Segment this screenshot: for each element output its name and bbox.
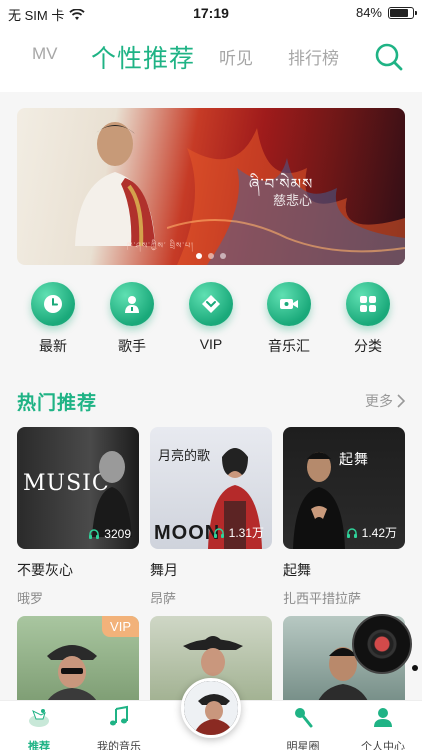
- banner-dots: [17, 253, 405, 259]
- quick-label: 音乐汇: [268, 338, 310, 354]
- music-note-icon: [110, 705, 128, 726]
- banner-carousel[interactable]: ཞི་བ་སེམས 慈悲心 ཁ་ཤས་ཀྱིས་ བྲིས་པ།: [17, 108, 405, 265]
- now-playing-button[interactable]: [181, 678, 241, 738]
- song-title: 不要灰心: [17, 562, 73, 578]
- disc-indicator: [412, 665, 418, 671]
- status-bar: 无 SIM 卡 17:19 84%: [0, 0, 422, 26]
- banner-dot[interactable]: [220, 253, 226, 259]
- main-content: ཞི་བ་སེམས 慈悲心 ཁ་ཤས་ཀྱིས་ བྲིས་པ། 最新 歌手 V…: [0, 92, 422, 702]
- song-title: 起舞: [283, 562, 311, 578]
- clock-icon: [31, 282, 75, 326]
- battery-icon: [388, 6, 417, 19]
- play-count: 1.31万: [213, 524, 264, 541]
- song-cover: VIP: [17, 616, 139, 702]
- nav-star-circle[interactable]: 明星圈: [268, 705, 338, 750]
- song-cover: 起舞 1.42万: [283, 427, 405, 549]
- headphones-icon: [213, 527, 224, 538]
- cover-singer-image: [92, 451, 132, 537]
- more-label: 更多: [365, 393, 393, 409]
- chevron-right-icon: [397, 394, 405, 408]
- play-count: 1.42万: [346, 524, 397, 541]
- tab-hear[interactable]: 听见: [219, 44, 253, 69]
- song-card[interactable]: VIP: [17, 616, 139, 702]
- recommend-icon: [29, 709, 49, 727]
- headphones-icon: [346, 527, 357, 538]
- song-artist: 扎西平措拉萨: [283, 591, 362, 606]
- quick-latest[interactable]: 最新: [21, 282, 85, 356]
- floating-player-disc[interactable]: [352, 614, 412, 674]
- battery-fill: [390, 8, 408, 17]
- song-title: 舞月: [150, 562, 178, 578]
- play-count-value: 1.42万: [361, 526, 397, 540]
- song-cover: MUSIC 3209: [17, 427, 139, 549]
- nav-label: 我的音乐: [97, 741, 141, 750]
- nav-profile[interactable]: 个人中心: [348, 705, 418, 750]
- song-artist: 哦罗: [17, 591, 44, 606]
- play-count-value: 3209: [104, 527, 131, 541]
- headphones-icon: [89, 529, 100, 539]
- quick-label: 分类: [354, 338, 382, 354]
- play-count: 3209: [88, 527, 131, 541]
- nav-my-music[interactable]: 我的音乐: [84, 705, 154, 750]
- song-artist: 昂萨: [150, 591, 177, 606]
- banner-dot[interactable]: [208, 253, 214, 259]
- vip-badge: VIP: [102, 616, 139, 637]
- singer-icon: [110, 282, 154, 326]
- quick-singer[interactable]: 歌手: [100, 282, 164, 356]
- cover-singer-image: [293, 452, 345, 549]
- song-cover: 月亮的歌 MOON 1.31万: [150, 427, 272, 549]
- cover-singer-image: [46, 645, 98, 702]
- section-title: 热门推荐: [17, 393, 98, 414]
- banner-singer-image: [75, 122, 155, 246]
- more-link[interactable]: 更多: [365, 391, 405, 411]
- top-tabs: MV 个性推荐 听见 排行榜: [0, 30, 422, 88]
- quick-category[interactable]: 分类: [336, 282, 400, 356]
- nav-recommend[interactable]: 推荐: [4, 705, 74, 750]
- vip-icon: [189, 282, 233, 326]
- quick-label: 歌手: [118, 338, 146, 354]
- tab-charts[interactable]: 排行榜: [288, 44, 339, 69]
- cover-word: MOON: [154, 522, 221, 544]
- song-card[interactable]: 起舞 1.42万 起舞 扎西平措拉萨: [283, 427, 405, 607]
- song-card[interactable]: 月亮的歌 MOON 1.31万 舞月 昂萨: [150, 427, 272, 607]
- tab-mv[interactable]: MV: [32, 44, 58, 64]
- status-right: 84%: [355, 5, 417, 20]
- user-icon: [374, 708, 392, 727]
- banner-subtitle: 慈悲心: [273, 194, 313, 209]
- quick-label: 最新: [39, 338, 67, 354]
- banner-dot[interactable]: [196, 253, 202, 259]
- nav-label: 推荐: [28, 741, 50, 750]
- quick-label: VIP: [199, 336, 223, 352]
- quick-music-hub[interactable]: 音乐汇: [257, 282, 321, 356]
- tab-personal-recommend[interactable]: 个性推荐: [91, 39, 195, 75]
- video-icon: [267, 282, 311, 326]
- play-count-value: 1.31万: [228, 526, 264, 540]
- battery-percent: 84%: [355, 5, 382, 20]
- mic-icon: [295, 708, 313, 728]
- category-icon: [346, 282, 390, 326]
- quick-actions: 最新 歌手 VIP 音乐汇 分类: [0, 282, 422, 362]
- nav-label: 个人中心: [361, 741, 405, 750]
- quick-vip[interactable]: VIP: [179, 282, 243, 352]
- search-icon[interactable]: [374, 42, 404, 72]
- song-card[interactable]: MUSIC 3209 不要灰心 哦罗: [17, 427, 139, 607]
- nav-label: 明星圈: [286, 741, 320, 750]
